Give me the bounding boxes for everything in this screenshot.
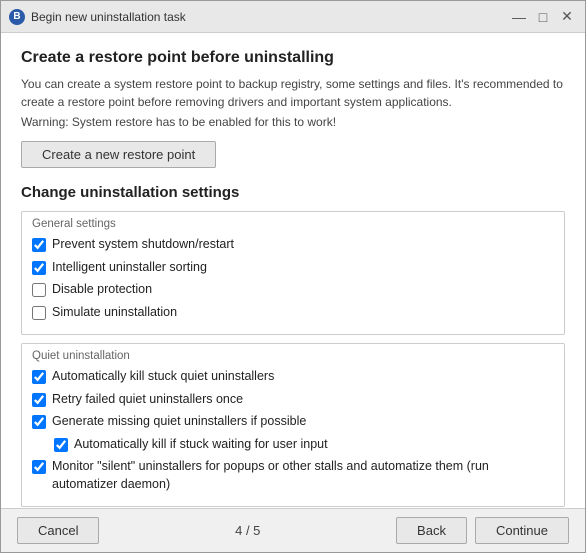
- checkbox-generate-missing-label: Generate missing quiet uninstallers if p…: [52, 413, 306, 431]
- back-button[interactable]: Back: [396, 517, 467, 544]
- quiet-uninstallation-label: Quiet uninstallation: [32, 350, 554, 362]
- minimize-button[interactable]: —: [509, 7, 529, 27]
- restore-heading: Create a restore point before uninstalli…: [21, 49, 565, 67]
- content-area: Create a restore point before uninstalli…: [1, 33, 585, 508]
- footer-right: Back Continue: [396, 517, 569, 544]
- title-bar: B Begin new uninstallation task — □ ✕: [1, 1, 585, 33]
- checkbox-monitor-silent-input[interactable]: [32, 460, 46, 474]
- quiet-uninstallation-group: Quiet uninstallation Automatically kill …: [21, 343, 565, 507]
- app-icon: B: [9, 9, 25, 25]
- continue-button[interactable]: Continue: [475, 517, 569, 544]
- checkbox-kill-stuck-label: Automatically kill stuck quiet uninstall…: [52, 368, 274, 386]
- page-indicator: 4 / 5: [235, 523, 260, 538]
- footer: Cancel 4 / 5 Back Continue: [1, 508, 585, 552]
- checkbox-disable-protection-input[interactable]: [32, 283, 46, 297]
- maximize-button[interactable]: □: [533, 7, 553, 27]
- checkbox-kill-stuck-input[interactable]: [32, 370, 46, 384]
- checkbox-prevent-shutdown: Prevent system shutdown/restart: [32, 236, 554, 254]
- checkbox-kill-waiting-input[interactable]: [54, 438, 68, 452]
- checkbox-prevent-shutdown-input[interactable]: [32, 238, 46, 252]
- checkbox-kill-waiting-label: Automatically kill if stuck waiting for …: [74, 436, 328, 454]
- checkbox-retry-failed-label: Retry failed quiet uninstallers once: [52, 391, 243, 409]
- checkbox-intelligent-sorting-input[interactable]: [32, 261, 46, 275]
- settings-heading: Change uninstallation settings: [21, 184, 565, 201]
- checkbox-disable-protection-label: Disable protection: [52, 281, 152, 299]
- general-settings-label: General settings: [32, 218, 554, 230]
- checkbox-monitor-silent-label: Monitor "silent" uninstallers for popups…: [52, 458, 554, 493]
- checkbox-simulate-uninstall: Simulate uninstallation: [32, 304, 554, 322]
- checkbox-intelligent-sorting-label: Intelligent uninstaller sorting: [52, 259, 207, 277]
- checkbox-monitor-silent: Monitor "silent" uninstallers for popups…: [32, 458, 554, 493]
- restore-warning: Warning: System restore has to be enable…: [21, 115, 565, 129]
- checkbox-kill-waiting: Automatically kill if stuck waiting for …: [54, 436, 554, 454]
- checkbox-prevent-shutdown-label: Prevent system shutdown/restart: [52, 236, 234, 254]
- checkbox-simulate-uninstall-label: Simulate uninstallation: [52, 304, 177, 322]
- checkbox-disable-protection: Disable protection: [32, 281, 554, 299]
- window-controls: — □ ✕: [509, 7, 577, 27]
- checkbox-generate-missing: Generate missing quiet uninstallers if p…: [32, 413, 554, 431]
- checkbox-generate-missing-input[interactable]: [32, 415, 46, 429]
- cancel-button[interactable]: Cancel: [17, 517, 99, 544]
- checkbox-simulate-uninstall-input[interactable]: [32, 306, 46, 320]
- main-window: B Begin new uninstallation task — □ ✕ Cr…: [0, 0, 586, 553]
- general-settings-group: General settings Prevent system shutdown…: [21, 211, 565, 335]
- checkbox-intelligent-sorting: Intelligent uninstaller sorting: [32, 259, 554, 277]
- window-title: Begin new uninstallation task: [31, 10, 509, 24]
- checkbox-retry-failed: Retry failed quiet uninstallers once: [32, 391, 554, 409]
- close-button[interactable]: ✕: [557, 7, 577, 27]
- footer-left: Cancel: [17, 517, 99, 544]
- checkbox-kill-stuck: Automatically kill stuck quiet uninstall…: [32, 368, 554, 386]
- checkbox-retry-failed-input[interactable]: [32, 393, 46, 407]
- restore-description: You can create a system restore point to…: [21, 75, 565, 111]
- create-restore-point-button[interactable]: Create a new restore point: [21, 141, 216, 168]
